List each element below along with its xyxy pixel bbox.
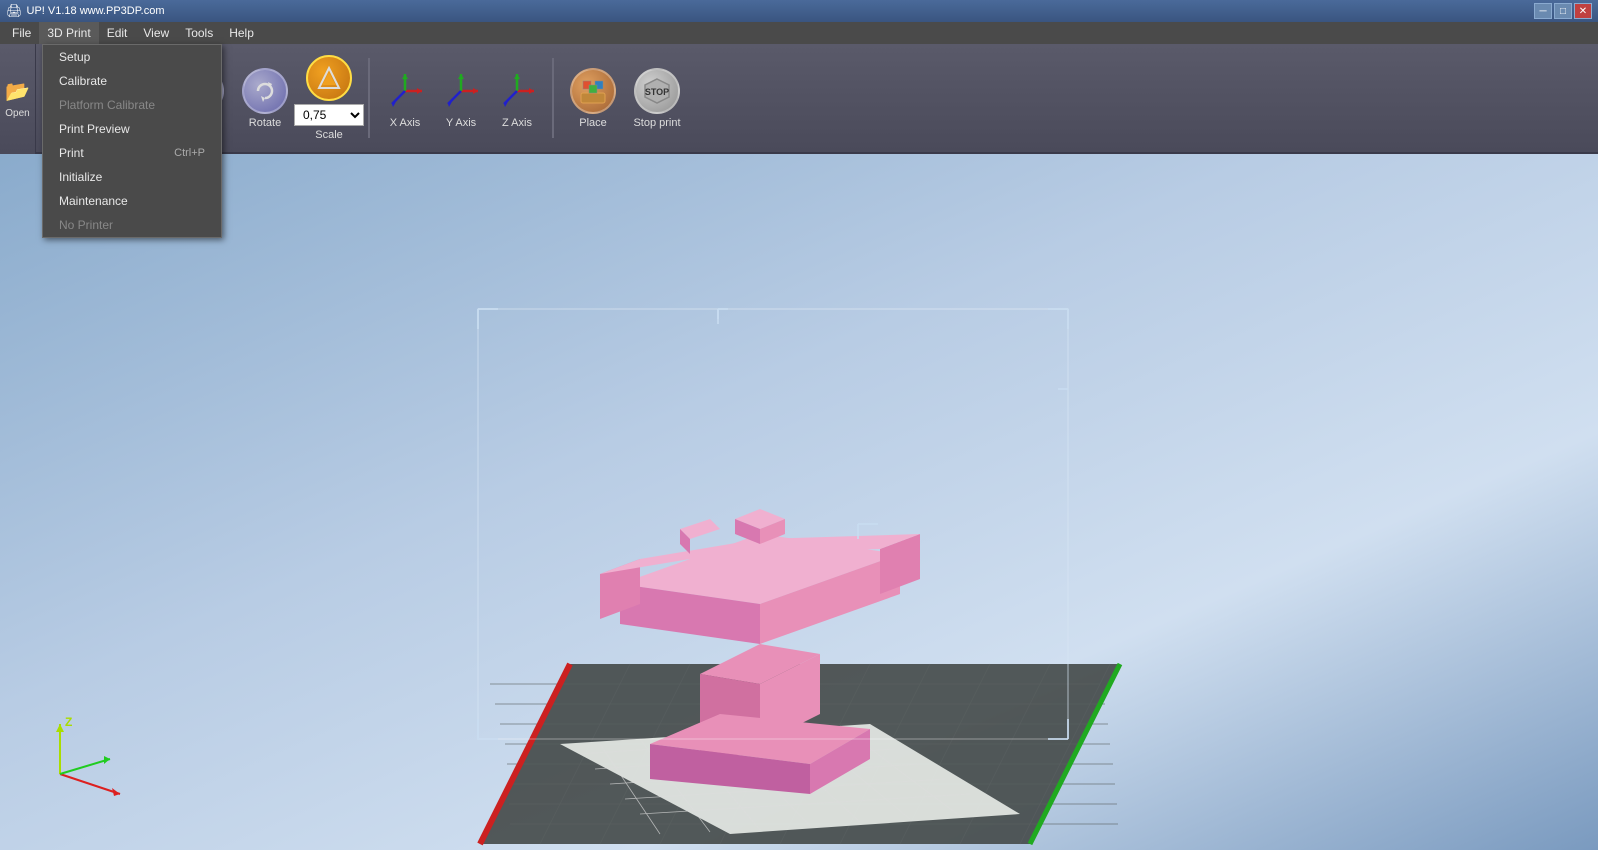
open-icon: 📂 — [5, 79, 30, 104]
restore-button[interactable]: □ — [1554, 3, 1572, 19]
titlebar: 🖨 UP! V1.18 www.PP3DP.com ─ □ ✕ — [0, 0, 1598, 22]
menu-item-calibrate[interactable]: Calibrate — [43, 69, 221, 93]
menu-view[interactable]: View — [135, 22, 177, 44]
title-text: 🖨 UP! V1.18 www.PP3DP.com — [6, 3, 164, 19]
open-label: Open — [5, 108, 29, 119]
scale-label: Scale — [315, 129, 343, 141]
menu-edit[interactable]: Edit — [99, 22, 136, 44]
stopprint-icon: STOP — [634, 68, 680, 114]
menu-item-print-preview[interactable]: Print Preview — [43, 117, 221, 141]
menu-help[interactable]: Help — [221, 22, 262, 44]
yaxis-label: Y Axis — [446, 117, 476, 129]
zaxis-icon — [494, 68, 540, 114]
print-shortcut: Ctrl+P — [174, 147, 205, 159]
close-button[interactable]: ✕ — [1574, 3, 1592, 19]
toolbar-separator-2 — [552, 58, 554, 138]
window-controls: ─ □ ✕ — [1534, 3, 1592, 19]
menu-item-print[interactable]: Print Ctrl+P — [43, 141, 221, 165]
yaxis-button[interactable]: Y Axis — [436, 68, 486, 129]
xaxis-label: X Axis — [390, 117, 421, 129]
yaxis-icon — [438, 68, 484, 114]
menu-tools[interactable]: Tools — [177, 22, 221, 44]
xaxis-button[interactable]: X Axis — [380, 68, 430, 129]
menu-item-initialize[interactable]: Initialize — [43, 165, 221, 189]
dropdown-3dprint: Setup Calibrate Platform Calibrate Print… — [42, 44, 222, 238]
menubar: File 3D Print Edit View Tools Help — [0, 22, 1598, 44]
rotate-button[interactable]: Rotate — [236, 68, 294, 129]
rotate-icon — [242, 68, 288, 114]
zaxis-button[interactable]: Z Axis — [492, 68, 542, 129]
menu-item-maintenance[interactable]: Maintenance — [43, 189, 221, 213]
viewport[interactable]: Z — [0, 154, 1598, 850]
zaxis-label: Z Axis — [502, 117, 532, 129]
app-title: UP! V1.18 www.PP3DP.com — [27, 5, 165, 17]
toolbar-separator-1 — [368, 58, 370, 138]
print-label: Print — [59, 146, 84, 160]
place-button[interactable]: Place — [564, 68, 622, 129]
place-icon — [570, 68, 616, 114]
stopprint-label: Stop print — [633, 117, 680, 129]
menu-3dprint[interactable]: 3D Print — [39, 22, 98, 44]
scale-select[interactable]: 0,75 0,25 0,50 1,00 1,25 1,50 2,00 — [294, 104, 364, 126]
rotate-label: Rotate — [249, 117, 281, 129]
menu-item-platform-calibrate: Platform Calibrate — [43, 93, 221, 117]
stopprint-button[interactable]: STOP Stop print — [628, 68, 686, 129]
minimize-button[interactable]: ─ — [1534, 3, 1552, 19]
scale-icon — [306, 55, 352, 101]
scale-button[interactable]: 0,75 0,25 0,50 1,00 1,25 1,50 2,00 Scale — [300, 55, 358, 141]
menu-item-setup[interactable]: Setup — [43, 45, 221, 69]
svg-text:Z: Z — [65, 715, 72, 729]
open-button[interactable]: 📂 Open — [0, 44, 36, 154]
menu-file[interactable]: File — [4, 22, 39, 44]
svg-text:STOP: STOP — [645, 87, 669, 97]
app-icon: 🖨 — [6, 3, 23, 19]
xaxis-icon — [382, 68, 428, 114]
3d-scene: Z — [0, 154, 1598, 850]
menu-item-no-printer: No Printer — [43, 213, 221, 237]
place-label: Place — [579, 117, 607, 129]
toolbar: ? About Fit — [0, 44, 1598, 154]
